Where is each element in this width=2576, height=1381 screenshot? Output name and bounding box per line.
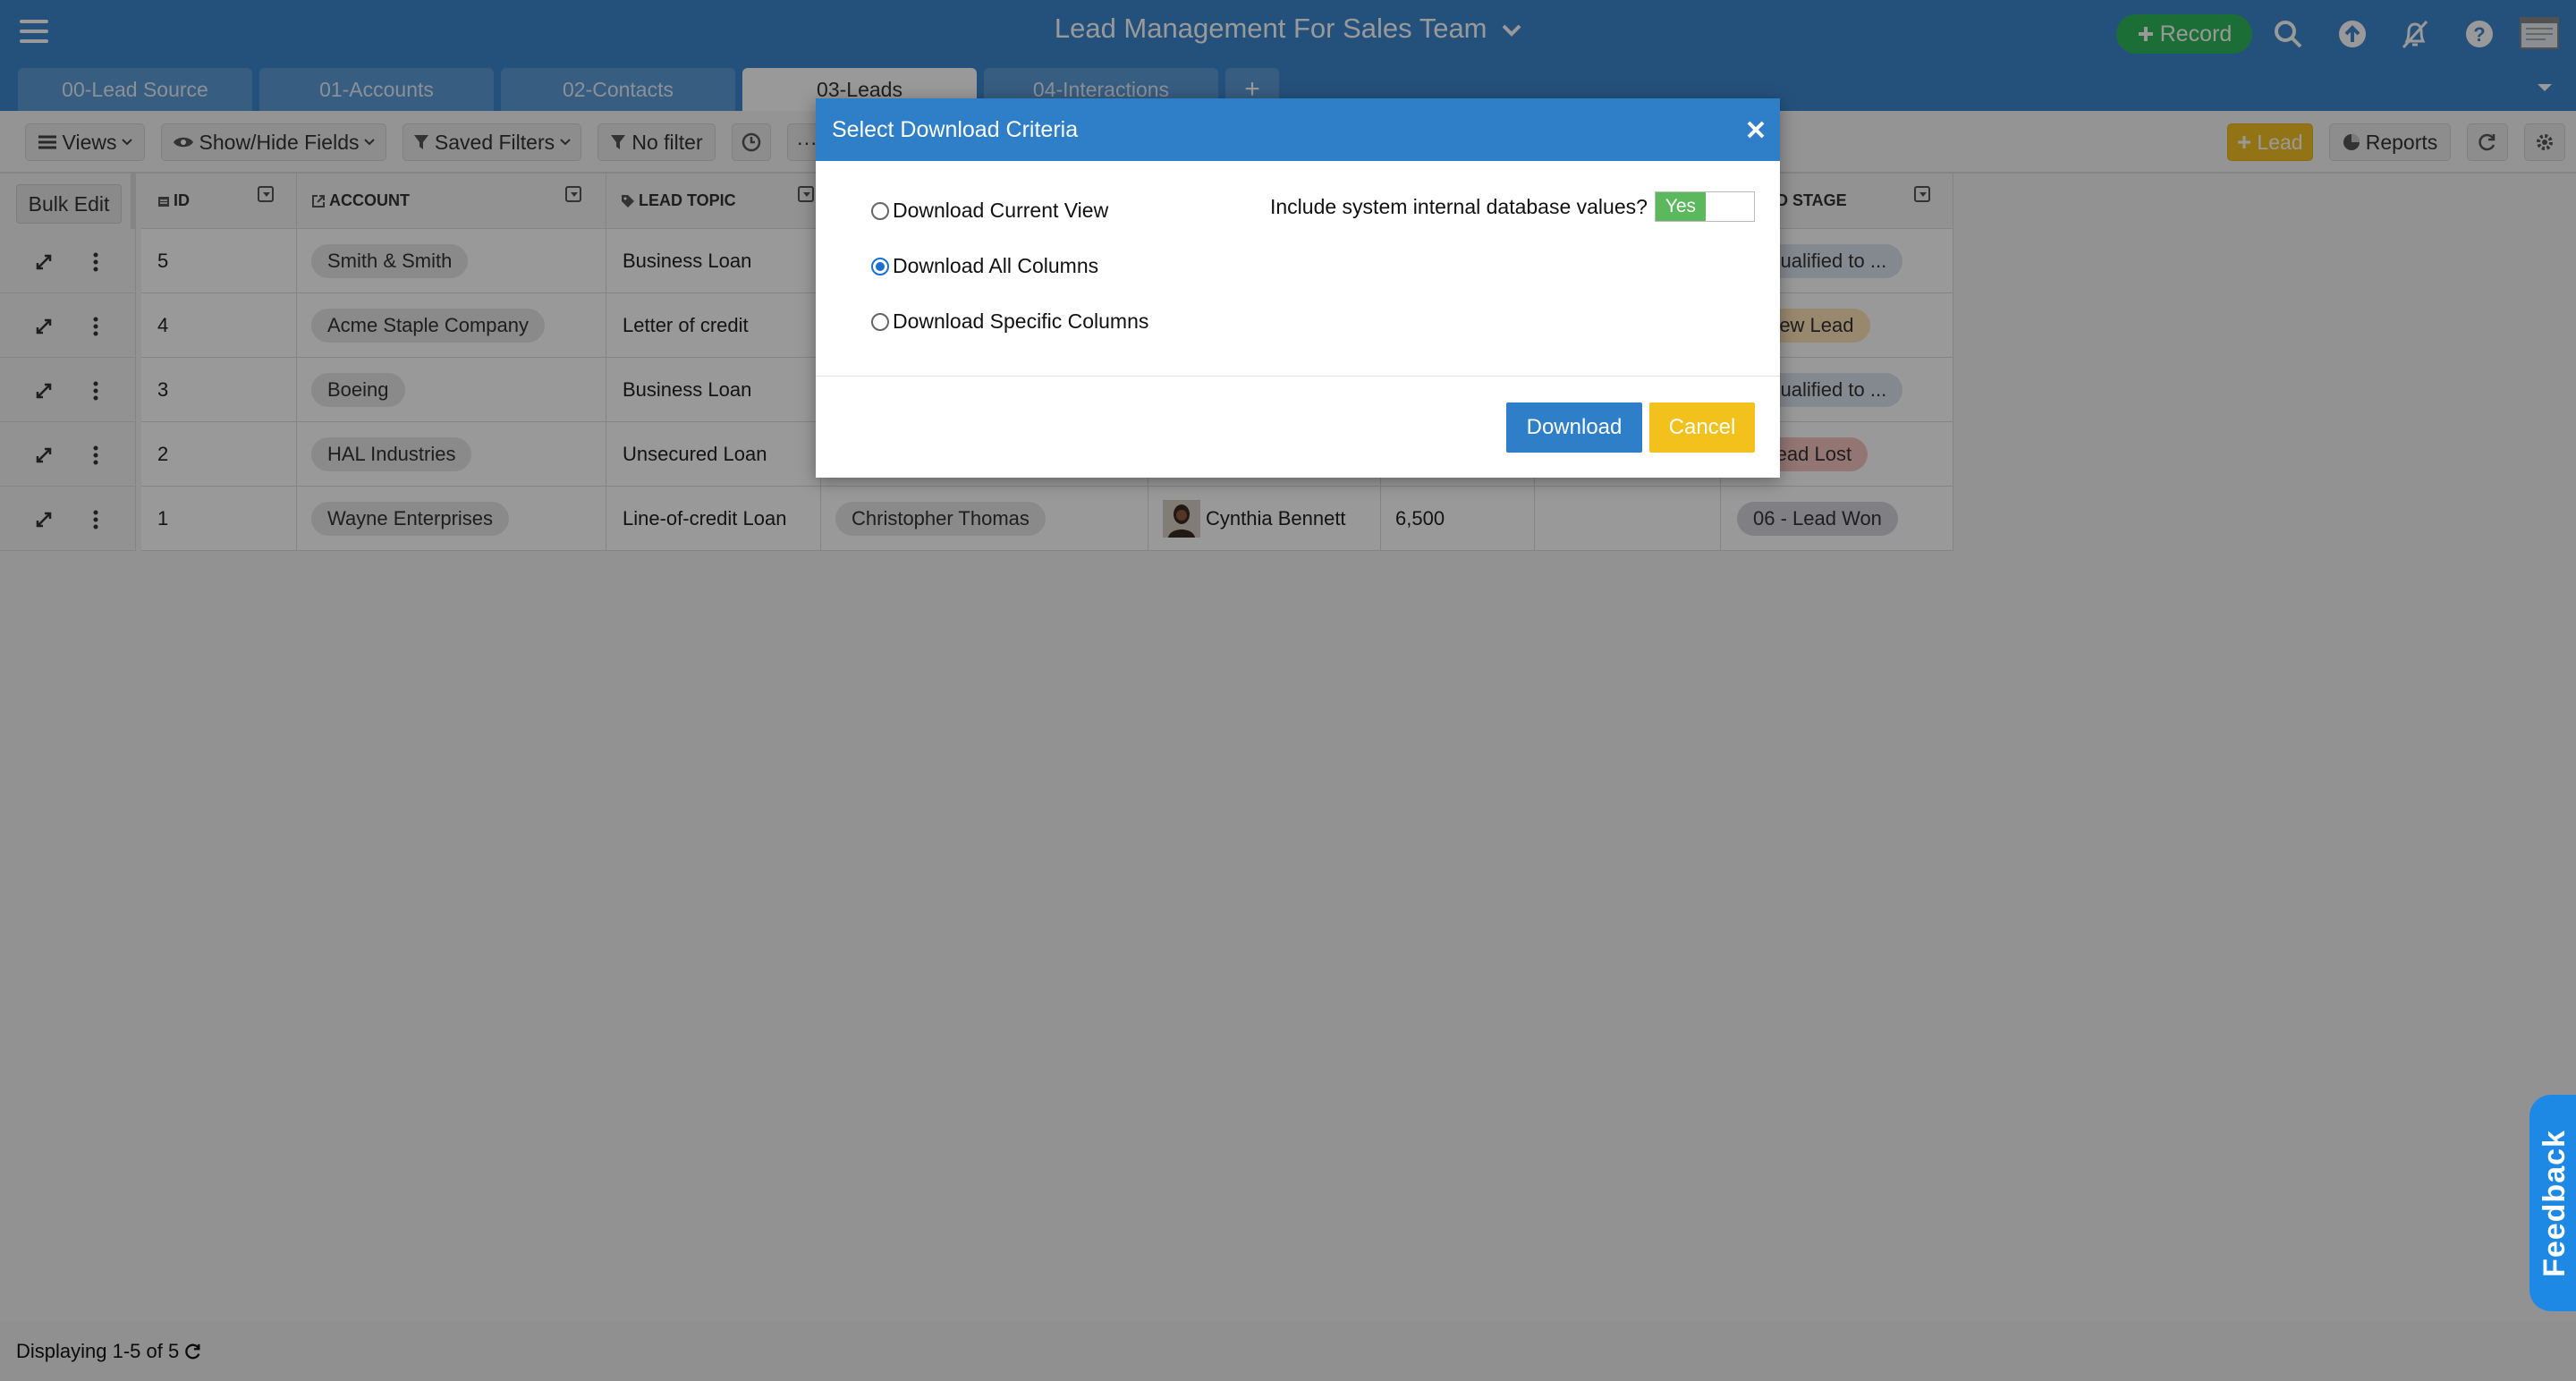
close-icon[interactable] bbox=[1741, 114, 1771, 145]
include-internal-label: Include system internal database values? bbox=[1270, 194, 1648, 218]
option-current-view[interactable]: Download Current View bbox=[871, 199, 1108, 223]
feedback-button[interactable]: Feedback bbox=[2529, 1095, 2576, 1311]
option-all-columns-label: Download All Columns bbox=[893, 254, 1099, 277]
include-internal-toggle[interactable]: Yes bbox=[1654, 191, 1755, 222]
download-dialog: Select Download Criteria Download Curren… bbox=[816, 98, 1780, 478]
dialog-header: Select Download Criteria bbox=[816, 98, 1780, 161]
dialog-title: Select Download Criteria bbox=[832, 116, 1079, 142]
option-current-view-label: Download Current View bbox=[893, 199, 1109, 222]
radio-all-columns[interactable] bbox=[871, 257, 889, 275]
divider bbox=[816, 376, 1780, 377]
option-specific-columns[interactable]: Download Specific Columns bbox=[871, 309, 1148, 334]
download-button[interactable]: Download bbox=[1506, 402, 1642, 453]
option-specific-columns-label: Download Specific Columns bbox=[893, 309, 1149, 333]
radio-current-view[interactable] bbox=[871, 201, 889, 220]
toggle-yes: Yes bbox=[1655, 192, 1706, 221]
option-all-columns[interactable]: Download All Columns bbox=[871, 254, 1098, 278]
feedback-label: Feedback bbox=[2537, 1129, 2572, 1277]
include-internal-values: Include system internal database values?… bbox=[1270, 191, 1755, 222]
cancel-button[interactable]: Cancel bbox=[1649, 402, 1755, 453]
radio-specific-columns[interactable] bbox=[871, 312, 889, 331]
